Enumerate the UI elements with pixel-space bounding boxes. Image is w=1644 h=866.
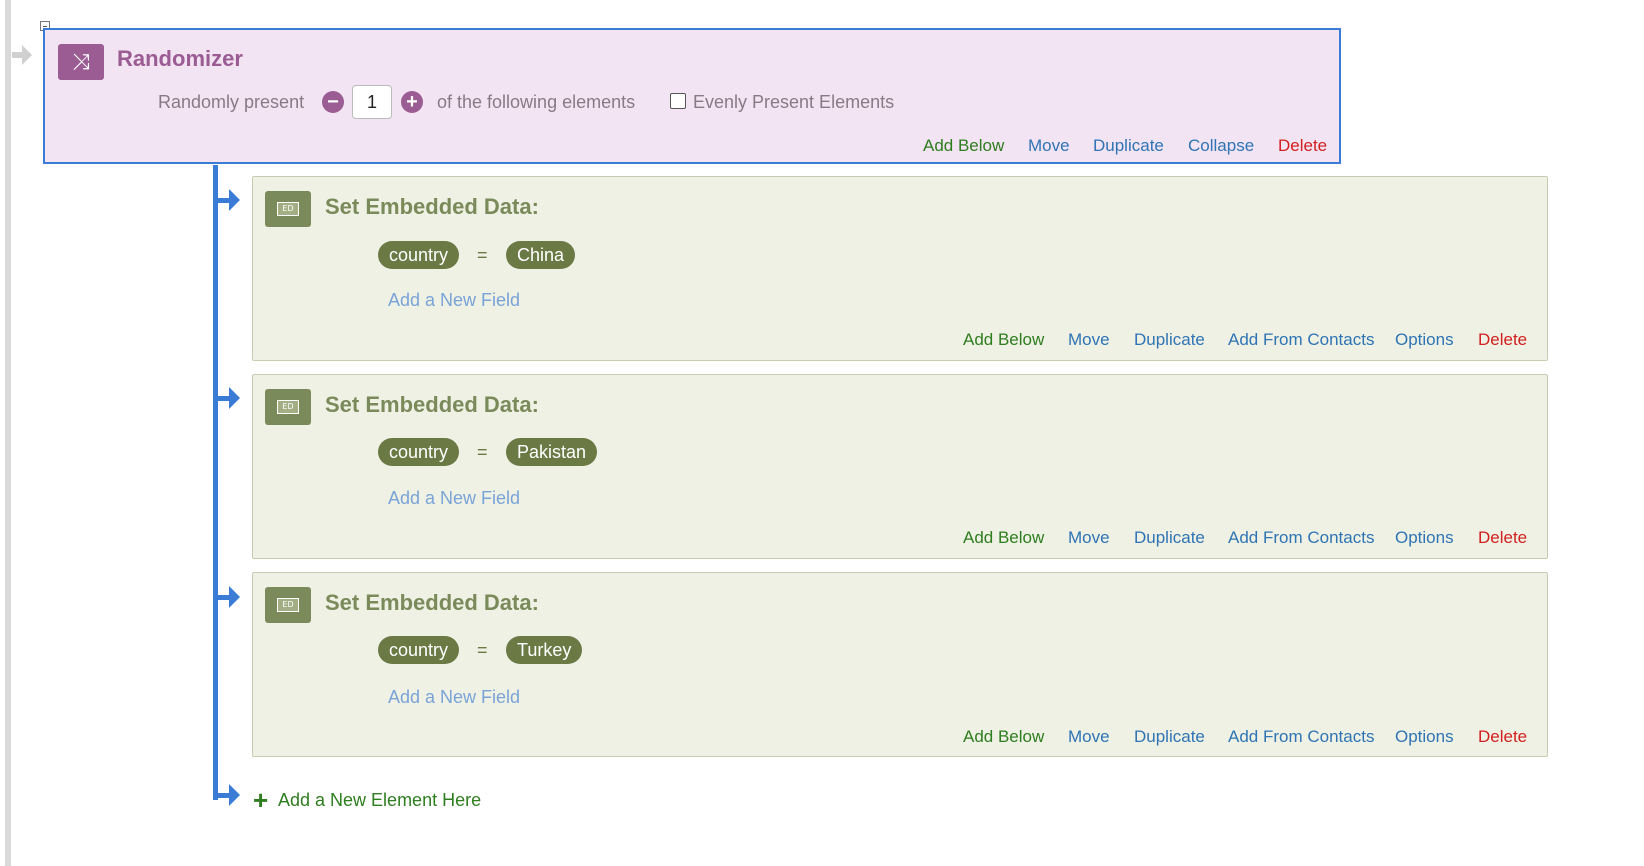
embedded-data-icon: ED — [265, 587, 311, 623]
options-button[interactable]: Options — [1395, 727, 1454, 747]
field-name-pill[interactable]: country — [378, 636, 460, 664]
embedded-data-icon-label: ED — [277, 598, 299, 612]
randomly-present-label: Randomly present — [158, 92, 305, 112]
add-new-field-link[interactable]: Add a New Field — [388, 290, 520, 311]
branch-arrow-icon — [229, 189, 240, 211]
minus-circle-icon[interactable]: − — [322, 91, 344, 113]
add-from-contacts-button[interactable]: Add From Contacts — [1228, 528, 1374, 548]
evenly-present-checkbox[interactable] — [670, 93, 686, 109]
embedded-data-icon-label: ED — [277, 202, 299, 216]
duplicate-button[interactable]: Duplicate — [1134, 528, 1205, 548]
branch-arrow-icon — [229, 387, 240, 409]
embedded-data-icon: ED — [265, 389, 311, 425]
move-button[interactable]: Move — [1068, 528, 1110, 548]
duplicate-button[interactable]: Duplicate — [1134, 727, 1205, 747]
equals-sign: = — [477, 245, 488, 265]
branch-connector — [213, 165, 218, 800]
field-name-pill[interactable]: country — [378, 241, 460, 269]
equals-sign: = — [477, 442, 488, 462]
add-below-button[interactable]: Add Below — [963, 727, 1044, 747]
field-value-pill[interactable]: Pakistan — [506, 438, 598, 466]
add-new-element-link[interactable]: Add a New Element Here — [278, 790, 481, 811]
flow-rail — [5, 0, 11, 866]
plus-circle-icon[interactable]: + — [401, 91, 423, 113]
add-from-contacts-button[interactable]: Add From Contacts — [1228, 727, 1374, 747]
field-value-pill[interactable]: China — [506, 241, 576, 269]
branch-arrow-icon — [229, 586, 240, 608]
randomizer-add-below-button[interactable]: Add Below — [923, 136, 1004, 156]
options-button[interactable]: Options — [1395, 330, 1454, 350]
randomizer-title: Randomizer — [117, 46, 243, 71]
evenly-present-label[interactable]: Evenly Present Elements — [693, 92, 894, 113]
duplicate-button[interactable]: Duplicate — [1134, 330, 1205, 350]
options-button[interactable]: Options — [1395, 528, 1454, 548]
delete-button[interactable]: Delete — [1478, 330, 1527, 350]
equals-sign: = — [477, 640, 488, 660]
randomizer-collapse-button[interactable]: Collapse — [1188, 136, 1254, 156]
randomizer-delete-button[interactable]: Delete — [1278, 136, 1327, 156]
add-from-contacts-button[interactable]: Add From Contacts — [1228, 330, 1374, 350]
add-element-plus-icon[interactable]: + — [253, 787, 268, 813]
branch-arrow-icon — [229, 784, 240, 806]
embedded-data-title: Set Embedded Data: — [325, 194, 539, 219]
delete-button[interactable]: Delete — [1478, 528, 1527, 548]
embedded-data-icon: ED — [265, 191, 311, 227]
present-count-input[interactable]: 1 — [352, 85, 392, 119]
following-elements-label: of the following elements — [437, 92, 636, 112]
embedded-data-title: Set Embedded Data: — [325, 392, 539, 417]
field-name-pill[interactable]: country — [378, 438, 460, 466]
add-new-field-link[interactable]: Add a New Field — [388, 488, 520, 509]
add-new-field-link[interactable]: Add a New Field — [388, 687, 520, 708]
add-below-button[interactable]: Add Below — [963, 528, 1044, 548]
move-button[interactable]: Move — [1068, 727, 1110, 747]
embedded-data-icon-label: ED — [277, 400, 299, 414]
add-below-button[interactable]: Add Below — [963, 330, 1044, 350]
incoming-arrowhead — [22, 45, 32, 65]
delete-button[interactable]: Delete — [1478, 727, 1527, 747]
field-value-pill[interactable]: Turkey — [506, 636, 583, 664]
embedded-data-title: Set Embedded Data: — [325, 590, 539, 615]
move-button[interactable]: Move — [1068, 330, 1110, 350]
shuffle-icon: ⤨ — [58, 44, 104, 80]
randomizer-move-button[interactable]: Move — [1028, 136, 1070, 156]
randomizer-duplicate-button[interactable]: Duplicate — [1093, 136, 1164, 156]
